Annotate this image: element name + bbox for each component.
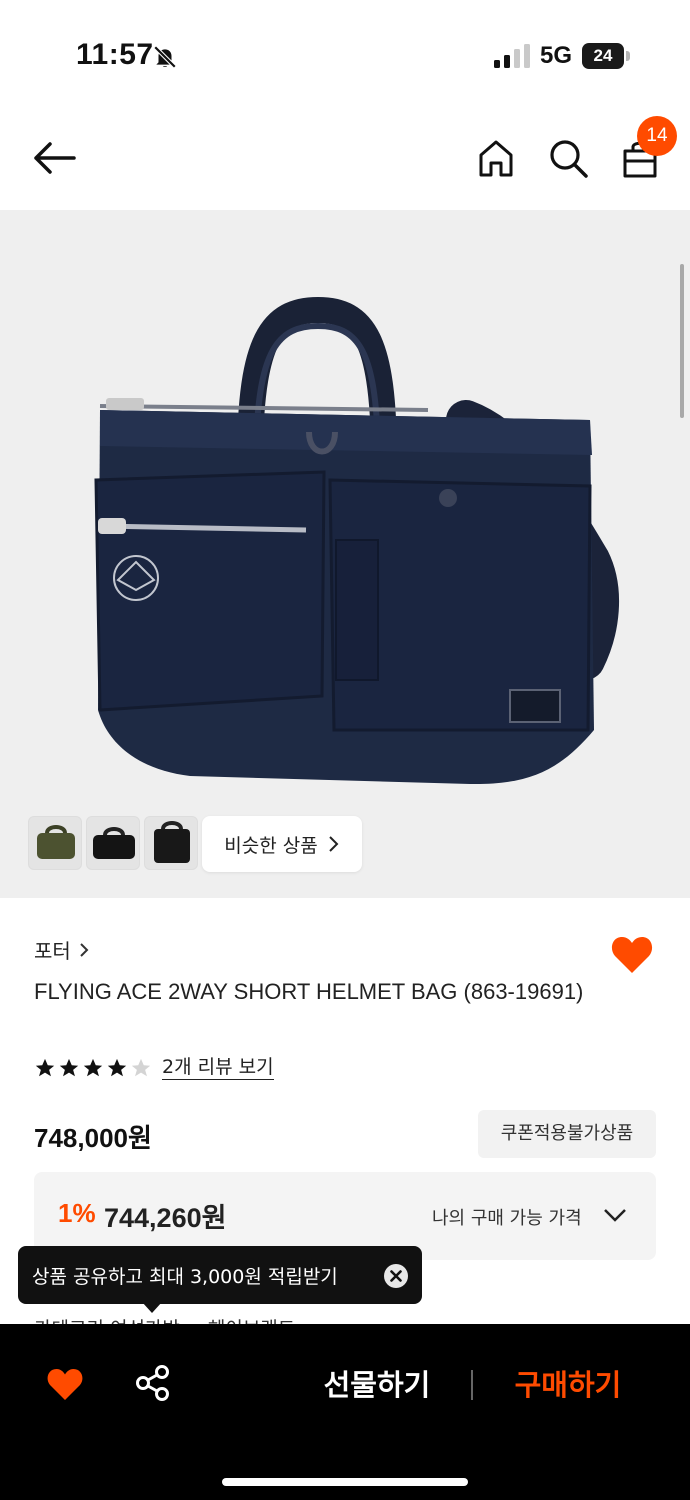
wishlist-heart-icon[interactable] <box>610 933 654 975</box>
brand-link[interactable]: 포터 <box>34 935 89 964</box>
status-time: 11:57 <box>76 38 154 71</box>
star-filled-icon <box>59 1058 79 1076</box>
chevron-right-icon <box>80 942 89 957</box>
top-navigation <box>0 110 690 210</box>
brand-name: 포터 <box>34 939 71 963</box>
tooltip-arrow <box>142 1302 162 1313</box>
star-rating <box>34 1057 152 1079</box>
cart-count-badge: 14 <box>637 116 677 156</box>
signal-icon <box>494 44 530 68</box>
search-icon[interactable] <box>546 136 590 180</box>
buy-button[interactable]: 구매하기 <box>490 1360 646 1410</box>
back-arrow-icon[interactable] <box>32 140 76 176</box>
thumbnail-black[interactable] <box>86 816 140 870</box>
product-price: 748,000원 <box>34 1123 152 1153</box>
bottom-action-bar: 선물하기 구매하기 <box>0 1324 690 1500</box>
my-price-label: 나의 구매 가능 가격 <box>432 1208 582 1229</box>
bell-off-icon <box>153 45 177 69</box>
share-icon[interactable] <box>135 1364 171 1402</box>
wishlist-heart-icon[interactable] <box>46 1366 84 1402</box>
review-link[interactable]: 2개 리뷰 보기 <box>162 1055 274 1080</box>
thumbnail-black-tote[interactable] <box>144 816 198 870</box>
rating-row: 2개 리뷰 보기 <box>34 1055 274 1080</box>
chevron-right-icon <box>329 836 339 852</box>
similar-products-label: 비슷한 상품 <box>224 834 318 857</box>
star-filled-icon <box>83 1058 103 1076</box>
thumbnail-olive[interactable] <box>28 816 82 870</box>
product-title: FLYING ACE 2WAY SHORT HELMET BAG (863-19… <box>34 979 584 1004</box>
coupon-badge: 쿠폰적용불가상품 <box>478 1110 656 1158</box>
network-type: 5G <box>540 42 573 69</box>
chevron-down-icon <box>604 1209 626 1222</box>
status-bar: 11:57 5G 24 <box>0 0 690 110</box>
home-icon[interactable] <box>474 136 518 180</box>
product-image-gallery[interactable]: 비슷한 상품 <box>0 210 690 898</box>
battery-icon: 24 <box>582 43 630 69</box>
similar-products-button[interactable]: 비슷한 상품 <box>202 816 362 872</box>
close-icon[interactable] <box>384 1264 408 1288</box>
star-filled-icon <box>107 1058 127 1076</box>
share-reward-tooltip: 상품 공유하고 최대 3,000원 적립받기 <box>18 1246 422 1304</box>
gift-button[interactable]: 선물하기 <box>300 1360 454 1410</box>
home-indicator <box>222 1478 468 1486</box>
discount-price: 744,260원 <box>104 1203 227 1233</box>
star-filled-icon <box>35 1058 55 1076</box>
product-photo <box>94 296 619 785</box>
gallery-scroll-indicator <box>680 264 684 418</box>
tooltip-text: 상품 공유하고 최대 3,000원 적립받기 <box>32 1265 338 1288</box>
discount-rate: 1% <box>58 1198 96 1228</box>
divider <box>471 1370 473 1400</box>
star-empty-icon <box>131 1058 151 1076</box>
battery-level: 24 <box>582 43 624 69</box>
